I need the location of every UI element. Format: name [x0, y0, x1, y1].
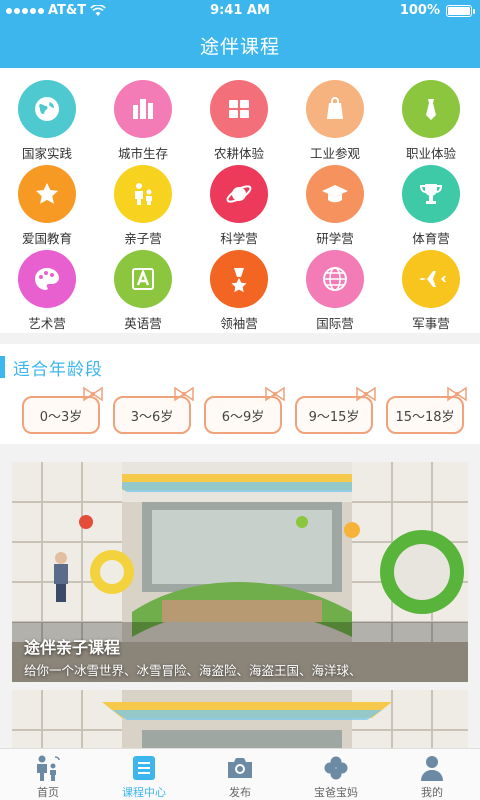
palette-icon	[18, 250, 76, 308]
age-tag[interactable]: 9～15岁	[295, 386, 376, 434]
course-description: 给你一个冰雪世界、冰雪冒险、海盗险、海盗王国、海洋球、	[24, 663, 362, 678]
bow-icon	[83, 386, 103, 402]
category-label: 工业参观	[309, 146, 360, 161]
tab-label: 发布	[229, 786, 251, 799]
star-icon	[18, 165, 76, 223]
age-tag[interactable]: 3～6岁	[113, 386, 194, 434]
status-bar: AT&T 9:41 AM 100%	[0, 0, 480, 22]
user-icon	[417, 754, 447, 782]
tab-parents[interactable]: 宝爸宝妈	[288, 749, 384, 800]
category-item[interactable]: 国家实践	[0, 80, 94, 162]
category-label: 职业体验	[405, 146, 456, 161]
age-tag-label: 0～3岁	[39, 409, 83, 425]
category-label: 国际营	[316, 316, 354, 331]
category-label: 艺术营	[28, 316, 66, 331]
tab-course-center[interactable]: 课程中心	[96, 749, 192, 800]
category-label: 亲子营	[124, 231, 162, 246]
category-item[interactable]: 爱国教育	[0, 165, 94, 247]
home-family-icon	[33, 754, 63, 782]
category-item[interactable]: 艺术营	[0, 250, 94, 332]
age-section-title: 适合年龄段	[13, 359, 103, 380]
course-card[interactable]: 途伴亲子课程 给你一个冰雪世界、冰雪冒险、海盗险、海盗王国、海洋球、	[12, 462, 468, 682]
tab-home[interactable]: 首页	[0, 749, 96, 800]
world-icon	[306, 250, 364, 308]
course-book-icon	[129, 754, 159, 782]
family-icon	[114, 165, 172, 223]
age-section-header: 适合年龄段	[0, 356, 103, 380]
clover-icon	[321, 754, 351, 782]
city-icon	[114, 80, 172, 138]
age-tag-label: 15～18岁	[395, 409, 455, 425]
tie-icon	[402, 80, 460, 138]
bow-icon	[174, 386, 194, 402]
category-item[interactable]: 亲子营	[96, 165, 190, 247]
tab-label: 宝爸宝妈	[314, 786, 358, 799]
battery-icon	[446, 4, 475, 17]
section-accent-bar	[0, 356, 5, 378]
category-label: 领袖营	[220, 316, 258, 331]
age-tag[interactable]: 6～9岁	[204, 386, 285, 434]
age-tag-label: 6～9岁	[221, 409, 265, 425]
tab-label: 我的	[421, 786, 443, 799]
category-item[interactable]: 职业体验	[384, 80, 478, 162]
graduation-cap-icon	[306, 165, 364, 223]
category-label: 英语营	[124, 316, 162, 331]
category-item[interactable]: 军事营	[384, 250, 478, 332]
category-label: 军事营	[412, 316, 450, 331]
course-title: 途伴亲子课程	[24, 638, 121, 657]
camera-icon	[225, 754, 255, 782]
tab-publish[interactable]: 发布	[192, 749, 288, 800]
bow-icon	[356, 386, 376, 402]
medal-icon	[210, 250, 268, 308]
age-tag-label: 9～15岁	[308, 409, 360, 425]
bag-icon	[306, 80, 364, 138]
category-label: 研学营	[316, 231, 354, 246]
category-item[interactable]: 科学营	[192, 165, 286, 247]
age-tag-label: 3～6岁	[130, 409, 174, 425]
trophy-icon	[402, 165, 460, 223]
category-item[interactable]: 工业参观	[288, 80, 382, 162]
category-item[interactable]: 领袖营	[192, 250, 286, 332]
category-label: 农耕体验	[213, 146, 264, 161]
category-item[interactable]: 体育营	[384, 165, 478, 247]
age-section: 适合年龄段 0～3岁 3～6岁 6～9岁 9～15岁 15～18岁	[0, 344, 480, 444]
globe-icon	[18, 80, 76, 138]
category-grid: 国家实践 城市生存 农耕体验 工业参观 职业体验 爱国教育 亲子营 科学营 研学…	[0, 68, 480, 333]
bow-icon	[447, 386, 467, 402]
category-label: 体育营	[412, 231, 450, 246]
category-item[interactable]: 英语营	[96, 250, 190, 332]
age-tag[interactable]: 0～3岁	[22, 386, 103, 434]
bow-icon	[265, 386, 285, 402]
category-item[interactable]: 研学营	[288, 165, 382, 247]
tab-label: 首页	[37, 786, 59, 799]
category-item[interactable]: 国际营	[288, 250, 382, 332]
letter-a-icon	[114, 250, 172, 308]
status-right: 100%	[399, 3, 475, 18]
age-tag[interactable]: 15～18岁	[386, 386, 467, 434]
category-item[interactable]: 农耕体验	[192, 80, 286, 162]
category-label: 城市生存	[117, 146, 168, 161]
battery-percent: 100%	[399, 3, 440, 18]
category-label: 爱国教育	[21, 231, 72, 246]
page-title: 途伴课程	[199, 36, 280, 58]
category-item[interactable]: 城市生存	[96, 80, 190, 162]
category-label: 科学营	[220, 231, 258, 246]
field-icon	[210, 80, 268, 138]
top-bar: AT&T 9:41 AM 100% 途伴课程	[0, 0, 480, 68]
tab-bar: 首页 课程中心 发布 宝爸宝妈 我的	[0, 748, 480, 800]
tab-label: 课程中心	[122, 786, 166, 799]
plane-icon	[402, 250, 460, 308]
tab-profile[interactable]: 我的	[384, 749, 480, 800]
category-label: 国家实践	[21, 146, 72, 161]
planet-icon	[210, 165, 268, 223]
